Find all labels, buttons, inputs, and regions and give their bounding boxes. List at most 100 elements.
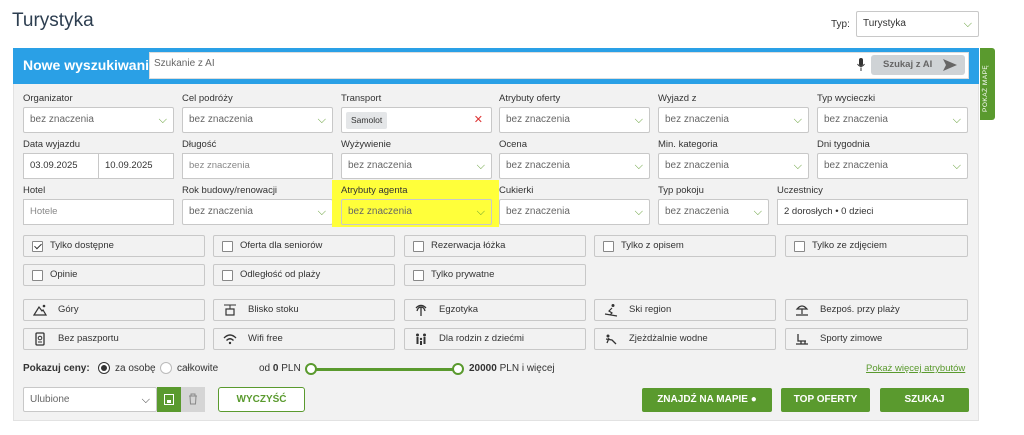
checkbox[interactable] — [32, 270, 43, 281]
checkbox[interactable] — [32, 241, 43, 252]
dni-select[interactable]: bez znaczenia ⌵ — [817, 153, 968, 179]
attr-egzotyka[interactable]: Egzotyka — [404, 299, 586, 321]
transport-select[interactable]: Samolot ✕ — [341, 107, 492, 133]
attr-plaza[interactable]: Bezpoś. przy plaży — [785, 299, 968, 321]
min-kat-value: bez znaczenia — [665, 160, 729, 171]
min-kat-select[interactable]: bez znaczenia ⌵ — [658, 153, 809, 179]
atrybuty-oferty-value: bez znaczenia — [506, 114, 570, 125]
organizator-label: Organizator — [23, 93, 73, 104]
organizator-select[interactable]: bez znaczenia ⌵ — [23, 107, 174, 133]
skier-icon — [604, 304, 618, 317]
checkbox[interactable] — [794, 241, 805, 252]
attr-sporty-zimowe[interactable]: Sporty zimowe — [785, 328, 968, 350]
attr-label: Góry — [58, 304, 79, 315]
chevron-down-icon: ⌵ — [952, 160, 961, 172]
typ-pokoju-select[interactable]: bez znaczenia ⌵ — [658, 199, 769, 225]
check-opis[interactable]: Tylko z opisem — [594, 235, 776, 257]
chevron-down-icon: ⌵ — [634, 114, 643, 126]
search-title: Nowe wyszukiwanie — [23, 57, 157, 73]
checkbox[interactable] — [222, 241, 233, 252]
page-title: Turystyka — [12, 10, 94, 31]
chevron-down-icon: ⌵ — [158, 114, 167, 126]
send-icon — [943, 59, 957, 71]
wyzywienie-select[interactable]: bez znaczenia ⌵ — [341, 153, 492, 179]
typ-wycieczki-value: bez znaczenia — [824, 114, 888, 125]
uczestnicy-input[interactable]: 2 dorosłych • 0 dzieci — [777, 199, 968, 225]
cel-select[interactable]: bez znaczenia ⌵ — [182, 107, 333, 133]
cukierki-select[interactable]: bez znaczenia ⌵ — [499, 199, 650, 225]
check-label: Tylko ze zdjęciem — [812, 240, 887, 251]
cel-label: Cel podróży — [182, 93, 233, 104]
dlugosc-input[interactable]: bez znaczenia — [182, 153, 333, 179]
checkbox[interactable] — [413, 241, 424, 252]
ocena-select[interactable]: bez znaczenia ⌵ — [499, 153, 650, 179]
checkbox[interactable] — [222, 270, 233, 281]
date-to-input[interactable]: 10.09.2025 — [98, 153, 174, 179]
ai-search-box[interactable] — [149, 52, 969, 79]
attr-wifi[interactable]: Wifi free — [213, 328, 395, 350]
check-zdjecie[interactable]: Tylko ze zdjęciem — [785, 235, 968, 257]
wyjazd-select[interactable]: bez znaczenia ⌵ — [658, 107, 809, 133]
rok-select[interactable]: bez znaczenia ⌵ — [182, 199, 333, 225]
rok-value: bez znaczenia — [189, 206, 253, 217]
atrybuty-oferty-label: Atrybuty oferty — [499, 93, 561, 104]
hotel-input[interactable]: Hotele — [23, 199, 174, 225]
top-offers-button[interactable]: TOP OFERTY — [781, 388, 870, 412]
attr-zjezdzalnie[interactable]: Zjeżdżalnie wodne — [594, 328, 776, 350]
microphone-icon[interactable] — [856, 58, 866, 72]
radio-per-person[interactable] — [98, 362, 110, 374]
check-rezerwacja[interactable]: Rezerwacja łóżka — [404, 235, 586, 257]
chevron-down-icon: ⌵ — [793, 114, 802, 126]
check-label: Tylko prywatne — [431, 269, 495, 280]
price-slider-max-handle[interactable] — [452, 363, 464, 375]
check-odleglosc[interactable]: Odległość od plaży — [213, 264, 395, 286]
clear-icon[interactable]: ✕ — [474, 108, 483, 132]
attr-gory[interactable]: Góry — [23, 299, 205, 321]
attr-bez-paszportu[interactable]: Bez paszportu — [23, 328, 205, 350]
transport-tag[interactable]: Samolot — [346, 112, 388, 129]
show-map-tab[interactable]: POKAŻ MAPĘ — [980, 48, 995, 120]
min-kat-label: Min. kategoria — [658, 139, 718, 150]
chevron-down-icon: ⌵ — [634, 206, 643, 218]
find-on-map-button[interactable]: ZNAJDŹ NA MAPIE ● — [642, 388, 772, 412]
attr-blisko-stoku[interactable]: Blisko stoku — [213, 299, 395, 321]
atrybuty-oferty-select[interactable]: bez znaczenia ⌵ — [499, 107, 650, 133]
from-word: od — [259, 363, 271, 374]
date-from-input[interactable]: 03.09.2025 — [23, 153, 99, 179]
to-unit: PLN i więcej — [499, 363, 555, 374]
checkbox[interactable] — [413, 270, 424, 281]
check-seniorzy[interactable]: Oferta dla seniorów — [213, 235, 395, 257]
favorites-select[interactable]: Ulubione ⌵ — [23, 387, 157, 412]
attr-ski-region[interactable]: Ski region — [594, 299, 776, 321]
check-prywatne[interactable]: Tylko prywatne — [404, 264, 586, 286]
prices-label: Pokazuj ceny: — [23, 363, 90, 374]
typ-label: Typ: — [831, 19, 850, 30]
chevron-down-icon: ⌵ — [952, 114, 961, 126]
atrybuty-agenta-select[interactable]: bez znaczenia ⌵ — [341, 199, 492, 225]
check-tylko-dostepne[interactable]: Tylko dostępne — [23, 235, 205, 257]
attr-label: Bez paszportu — [58, 333, 119, 344]
check-opinie[interactable]: Opinie — [23, 264, 205, 286]
attr-rodziny[interactable]: Dla rodzin z dziećmi — [404, 328, 586, 350]
delete-favorite-button[interactable] — [181, 387, 205, 412]
more-attributes-link[interactable]: Pokaż więcej atrybutów — [866, 363, 965, 374]
ai-search-input[interactable]: Szukanie z AI — [154, 58, 215, 69]
radio-total[interactable] — [160, 362, 172, 374]
save-favorite-button[interactable] — [157, 387, 181, 412]
attr-label: Ski region — [629, 304, 672, 315]
to-value: 20000 — [469, 363, 497, 374]
show-map-label: POKAŻ MAPĘ — [982, 64, 989, 112]
price-slider-min-handle[interactable] — [305, 363, 317, 375]
attr-label: Blisko stoku — [248, 304, 299, 315]
chevron-down-icon: ⌵ — [317, 114, 326, 126]
typ-select[interactable]: Turystyka ⌵ — [856, 11, 979, 37]
checkbox[interactable] — [603, 241, 614, 252]
price-slider-track[interactable] — [308, 368, 460, 371]
ai-search-button[interactable]: Szukaj z AI — [871, 55, 965, 75]
chevron-down-icon: ⌵ — [476, 206, 485, 218]
search-button[interactable]: SZUKAJ — [880, 388, 969, 412]
attr-label: Dla rodzin z dziećmi — [439, 333, 524, 344]
typ-wycieczki-select[interactable]: bez znaczenia ⌵ — [817, 107, 968, 133]
dlugosc-label: Długość — [182, 139, 217, 150]
clear-button[interactable]: WYCZYŚĆ — [218, 387, 305, 412]
